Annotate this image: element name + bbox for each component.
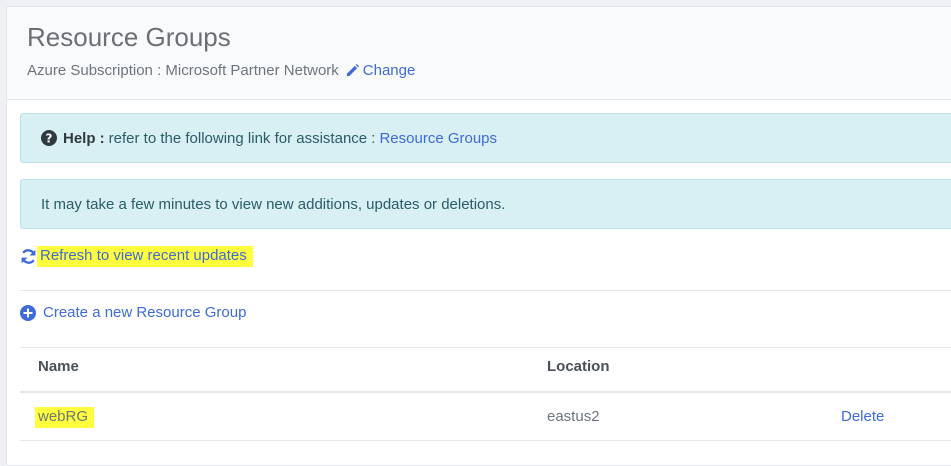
change-subscription-link[interactable]: Change xyxy=(345,62,416,79)
help-alert: ? Help : refer to the following link for… xyxy=(20,113,951,163)
subscription-line: Azure Subscription : Microsoft Partner N… xyxy=(27,62,415,79)
create-resource-group-link[interactable]: Create a new Resource Group xyxy=(20,304,246,321)
row-divider xyxy=(20,440,951,441)
pencil-icon xyxy=(346,63,359,77)
plus-circle-icon xyxy=(20,304,36,321)
resource-groups-card: Resource Groups Azure Subscription : Mic… xyxy=(6,6,951,466)
resource-group-location: eastus2 xyxy=(547,408,600,425)
svg-text:?: ? xyxy=(46,131,53,145)
card-header: Resource Groups Azure Subscription : Mic… xyxy=(7,7,951,100)
resource-groups-help-link[interactable]: Resource Groups xyxy=(379,130,497,147)
column-header-location: Location xyxy=(547,358,610,375)
create-label: Create a new Resource Group xyxy=(43,304,247,321)
change-label: Change xyxy=(362,62,416,79)
delete-button[interactable]: Delete xyxy=(841,408,884,425)
help-text: refer to the following link for assistan… xyxy=(108,129,376,147)
refresh-label: Refresh to view recent updates xyxy=(37,246,253,267)
subscription-label: Azure Subscription : Microsoft Partner N… xyxy=(27,62,339,79)
column-header-name: Name xyxy=(38,358,79,375)
page-title: Resource Groups xyxy=(27,22,231,52)
table-row-name: webRG xyxy=(35,407,95,428)
help-label: Help : xyxy=(63,129,105,147)
question-circle-icon: ? xyxy=(41,130,57,146)
resource-group-name: webRG xyxy=(35,407,95,428)
info-text: It may take a few minutes to view new ad… xyxy=(41,195,506,213)
refresh-link[interactable]: Refresh to view recent updates xyxy=(20,246,253,267)
table-header-border xyxy=(20,391,951,393)
divider xyxy=(20,347,951,348)
refresh-icon xyxy=(21,249,36,264)
info-alert: It may take a few minutes to view new ad… xyxy=(20,179,951,229)
divider xyxy=(20,290,951,291)
